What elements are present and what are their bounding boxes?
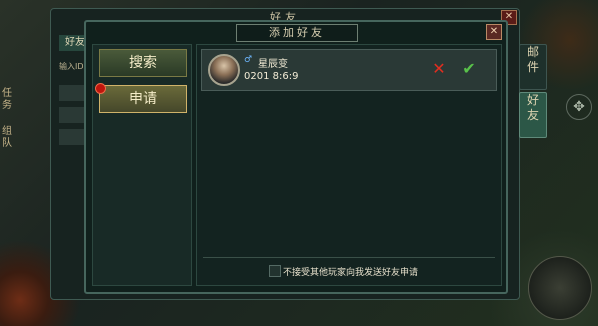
left-quest-strip: 任 务 组 队	[0, 70, 40, 270]
add-friend-dialog: 添加好友 ✕ 搜索 申请 ♂ 星辰变 0201 8:6:9 ✕ ✔ 不接受其他玩…	[84, 20, 508, 294]
side-tab-friends[interactable]: 好 友	[519, 92, 547, 138]
request-player-name: 星辰变	[258, 59, 288, 70]
side-tab-friends-label-top: 好	[526, 93, 539, 107]
side-tab-mail-label-bottom: 件	[526, 60, 539, 74]
request-list-panel: ♂ 星辰变 0201 8:6:9 ✕ ✔ 不接受其他玩家向我发送好友申请	[196, 44, 502, 286]
friend-request-row[interactable]: ♂ 星辰变 0201 8:6:9 ✕ ✔	[201, 49, 497, 91]
notification-dot-icon	[95, 83, 106, 94]
left-strip-item[interactable]: 队	[2, 134, 12, 149]
dialog-title: 添加好友	[236, 24, 358, 42]
side-tab-mail[interactable]: 邮 件	[519, 44, 547, 90]
left-strip-item[interactable]: 务	[2, 96, 12, 111]
skill-joystick[interactable]	[528, 256, 592, 320]
panel-divider	[203, 257, 495, 258]
move-icon[interactable]: ✥	[566, 94, 592, 120]
request-time: 0201 8:6:9	[244, 71, 299, 82]
apply-button[interactable]: 申请	[99, 85, 187, 113]
reject-requests-checkbox[interactable]	[269, 265, 281, 277]
reject-requests-label: 不接受其他玩家向我发送好友申请	[283, 268, 419, 278]
gender-icon: ♂	[244, 55, 253, 65]
side-tab-mail-label-top: 邮	[526, 45, 539, 59]
accept-icon[interactable]: ✔	[460, 60, 478, 78]
avatar	[208, 54, 240, 86]
side-tab-friends-label-bottom: 友	[526, 108, 539, 122]
dialog-close-button[interactable]: ✕	[486, 24, 502, 40]
decline-icon[interactable]: ✕	[430, 60, 448, 78]
dialog-left-panel: 搜索 申请	[92, 44, 192, 286]
search-button[interactable]: 搜索	[99, 49, 187, 77]
